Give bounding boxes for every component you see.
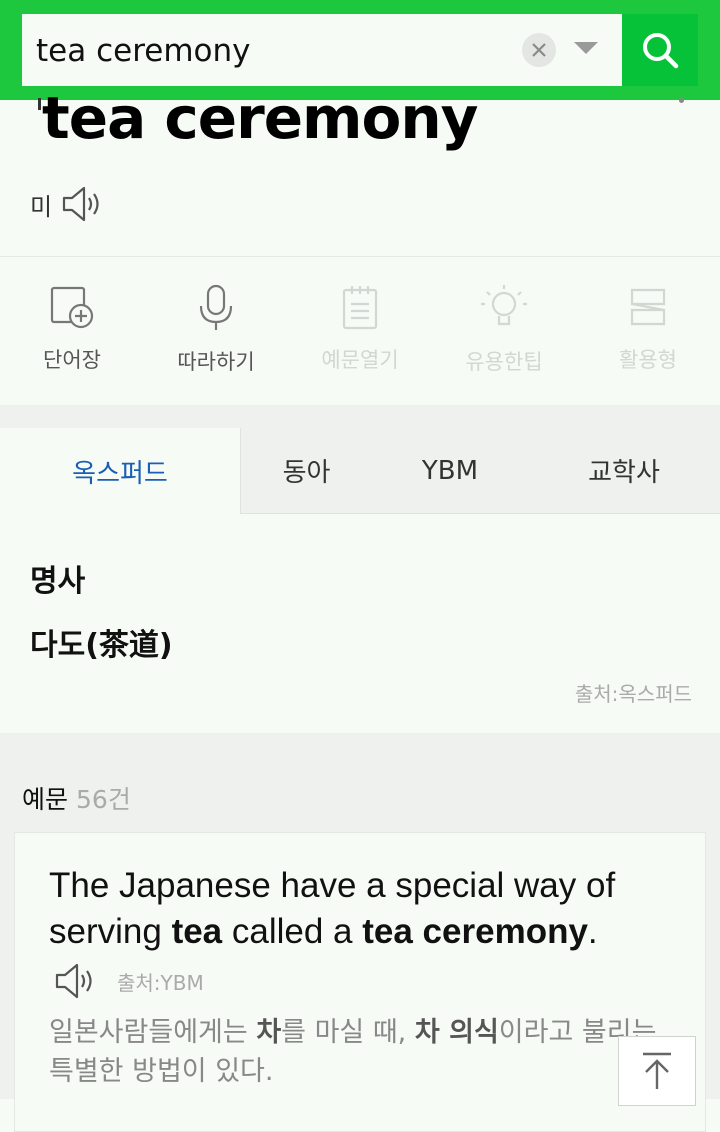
part-of-speech: 명사 bbox=[30, 564, 86, 599]
conjugation-icon bbox=[630, 288, 666, 326]
pronunciation-row: 미 bbox=[30, 184, 104, 224]
microphone-icon bbox=[199, 284, 233, 330]
definition-meaning: 다도(茶道) bbox=[30, 628, 173, 663]
example-translation-ko: 일본사람들에게는 차를 마실 때, 차 의식이라고 불리는 특별한 방법이 있다… bbox=[49, 1013, 679, 1091]
speaker-icon[interactable] bbox=[60, 184, 104, 224]
tab-ybm[interactable]: YBM bbox=[372, 428, 528, 514]
search-history-dropdown[interactable] bbox=[574, 42, 598, 54]
examples-count: 56건 bbox=[76, 785, 131, 814]
scroll-to-top-button[interactable] bbox=[618, 1036, 696, 1106]
tab-kyohaksa[interactable]: 교학사 bbox=[528, 428, 720, 514]
tool-open-examples: 예문열기 bbox=[288, 258, 432, 404]
tool-conjugation: 활용형 bbox=[576, 258, 720, 404]
example-card: The Japanese have a special way of servi… bbox=[14, 832, 706, 1132]
tool-label: 활용형 bbox=[619, 348, 677, 372]
example-text: . bbox=[587, 912, 598, 951]
arrow-up-icon bbox=[643, 1052, 671, 1089]
tool-label: 따라하기 bbox=[177, 350, 255, 374]
lightbulb-icon bbox=[481, 285, 527, 326]
example-source: 출처:YBM bbox=[117, 970, 204, 995]
search-button[interactable] bbox=[622, 14, 698, 86]
close-icon bbox=[532, 43, 546, 57]
headword: tea ceremony bbox=[42, 84, 478, 152]
tool-tips: 유용한팁 bbox=[432, 258, 576, 404]
example-audio-row: 출처:YBM bbox=[53, 961, 204, 1001]
examples-heading: 예문 56건 bbox=[22, 780, 131, 816]
definition-source: 출처:옥스퍼드 bbox=[574, 682, 692, 706]
notepad-icon bbox=[342, 286, 378, 330]
tool-label: 예문열기 bbox=[321, 348, 399, 372]
examples-title: 예문 bbox=[22, 785, 69, 814]
search-box bbox=[22, 14, 622, 86]
headword-accent-mark bbox=[38, 98, 41, 110]
tool-repeat[interactable]: 따라하기 bbox=[144, 258, 288, 404]
tab-oxford[interactable]: 옥스퍼드 bbox=[0, 428, 241, 514]
search-icon bbox=[643, 33, 679, 69]
example-keyword: tea bbox=[171, 912, 223, 951]
example-keyword: 차 의식 bbox=[414, 1017, 499, 1048]
add-to-wordbook-icon bbox=[50, 286, 94, 329]
more-icon[interactable] bbox=[679, 98, 684, 103]
example-text: 를 마실 때, bbox=[281, 1017, 415, 1048]
speaker-icon[interactable] bbox=[53, 961, 97, 1001]
dictionary-tabs: 옥스퍼드 동아 YBM 교학사 bbox=[0, 428, 720, 514]
tab-donga[interactable]: 동아 bbox=[241, 428, 372, 514]
tool-label: 유용한팁 bbox=[465, 350, 543, 374]
divider bbox=[0, 256, 720, 257]
example-keyword: 차 bbox=[256, 1017, 282, 1048]
example-text: called a bbox=[222, 912, 363, 951]
example-sentence-en: The Japanese have a special way of servi… bbox=[49, 863, 689, 955]
tool-bar: 단어장 따라하기 예문열기 유용한팁 활용형 bbox=[0, 258, 720, 404]
pronunciation-label: 미 bbox=[30, 192, 53, 221]
example-text: 일본사람들에게는 bbox=[49, 1017, 257, 1048]
search-input[interactable] bbox=[34, 26, 508, 76]
clear-search-button[interactable] bbox=[522, 33, 556, 67]
tool-wordbook[interactable]: 단어장 bbox=[0, 258, 144, 404]
example-keyword: tea ceremony bbox=[362, 912, 588, 951]
tool-label: 단어장 bbox=[43, 348, 101, 372]
section-separator bbox=[0, 405, 720, 428]
